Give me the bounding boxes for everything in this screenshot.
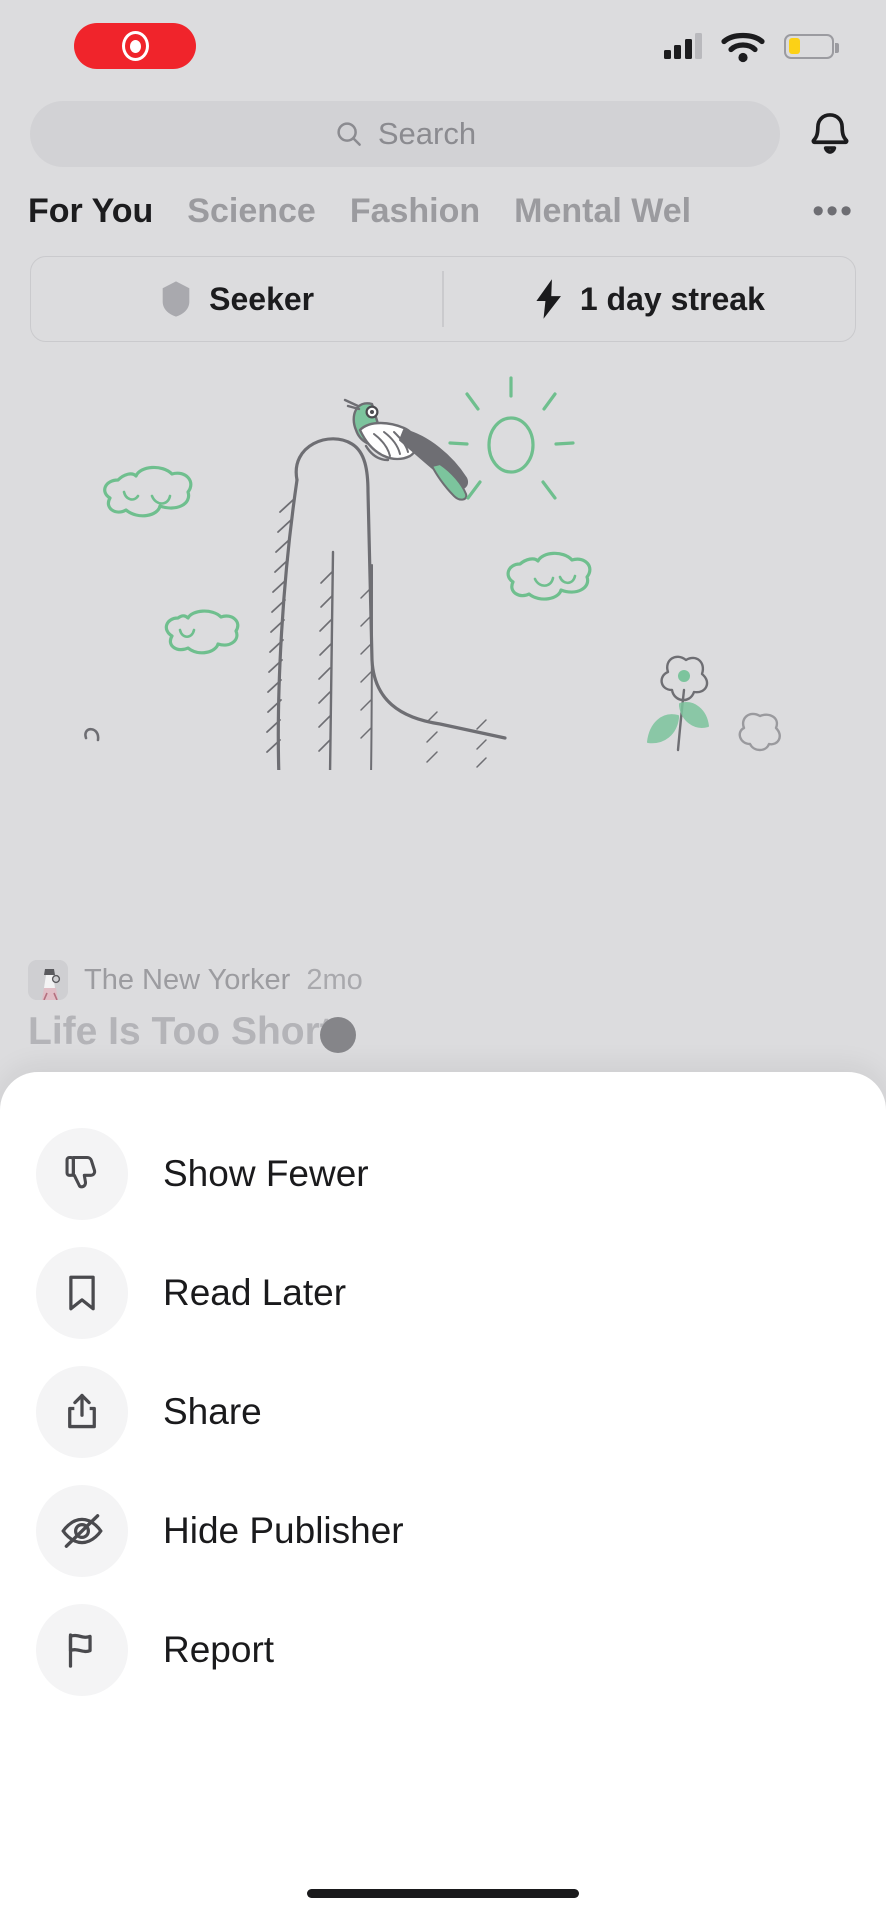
bird-on-cliff-illustration <box>84 376 781 770</box>
eye-slash-icon <box>36 1484 128 1577</box>
article-publisher-row[interactable]: The New Yorker 2mo <box>28 960 363 1000</box>
cursor-pointer <box>320 1017 356 1053</box>
status-icons <box>663 29 839 63</box>
article-headline[interactable]: Life Is Too Short <box>28 1010 333 1054</box>
streak-label: 1 day streak <box>579 280 765 317</box>
menu-item-read-later[interactable]: Read Later <box>0 1233 886 1352</box>
wifi-icon <box>721 32 765 63</box>
menu-item-share[interactable]: Share <box>0 1352 886 1471</box>
thumbs-down-icon <box>36 1127 128 1220</box>
publisher-avatar <box>28 960 68 1000</box>
search-placeholder: Search <box>377 116 477 151</box>
lightning-bolt-icon <box>536 279 561 319</box>
rank-label: Seeker <box>209 280 315 317</box>
tab-science[interactable]: Science <box>187 192 316 231</box>
record-icon <box>121 31 149 61</box>
screen-recording-indicator[interactable] <box>74 23 196 69</box>
bookmark-icon <box>36 1246 128 1339</box>
rank-stat[interactable]: Seeker <box>31 279 442 319</box>
home-indicator[interactable] <box>307 1889 579 1898</box>
bell-icon[interactable] <box>804 108 856 160</box>
publish-time: 2mo <box>306 963 363 996</box>
menu-item-label: Report <box>163 1628 275 1670</box>
tab-for-you[interactable]: For You <box>28 192 153 231</box>
menu-item-show-fewer[interactable]: Show Fewer <box>0 1114 886 1233</box>
menu-item-label: Show Fewer <box>163 1152 369 1194</box>
tabs-overflow-button[interactable]: ••• <box>812 192 858 231</box>
menu-item-hide-publisher[interactable]: Hide Publisher <box>0 1471 886 1590</box>
shield-icon <box>162 281 190 317</box>
search-icon <box>337 122 361 146</box>
tab-mental-wellness[interactable]: Mental Wel <box>514 192 691 231</box>
search-row: Search <box>0 95 886 173</box>
publisher-name: The New Yorker <box>84 963 291 996</box>
search-input[interactable]: Search <box>30 101 780 167</box>
menu-item-label: Share <box>163 1390 262 1432</box>
tab-fashion[interactable]: Fashion <box>350 192 480 231</box>
menu-item-label: Hide Publisher <box>163 1509 404 1551</box>
cellular-signal-icon <box>663 33 702 59</box>
battery-icon <box>784 33 839 59</box>
menu-item-label: Read Later <box>163 1271 347 1313</box>
menu-item-report[interactable]: Report <box>0 1590 886 1709</box>
stats-card: Seeker 1 day streak <box>30 256 856 342</box>
phone-screen: Search For You Science Fashion Mental We… <box>0 0 886 1920</box>
category-tabs: For You Science Fashion Mental Wel ••• <box>0 178 886 244</box>
share-icon <box>36 1365 128 1458</box>
article-action-sheet: Show Fewer Read Later Share Hide Publish… <box>0 1072 886 1920</box>
status-bar <box>0 0 886 92</box>
streak-stat[interactable]: 1 day streak <box>444 278 855 320</box>
action-menu: Show Fewer Read Later Share Hide Publish… <box>0 1072 886 1709</box>
flag-icon <box>36 1603 128 1696</box>
